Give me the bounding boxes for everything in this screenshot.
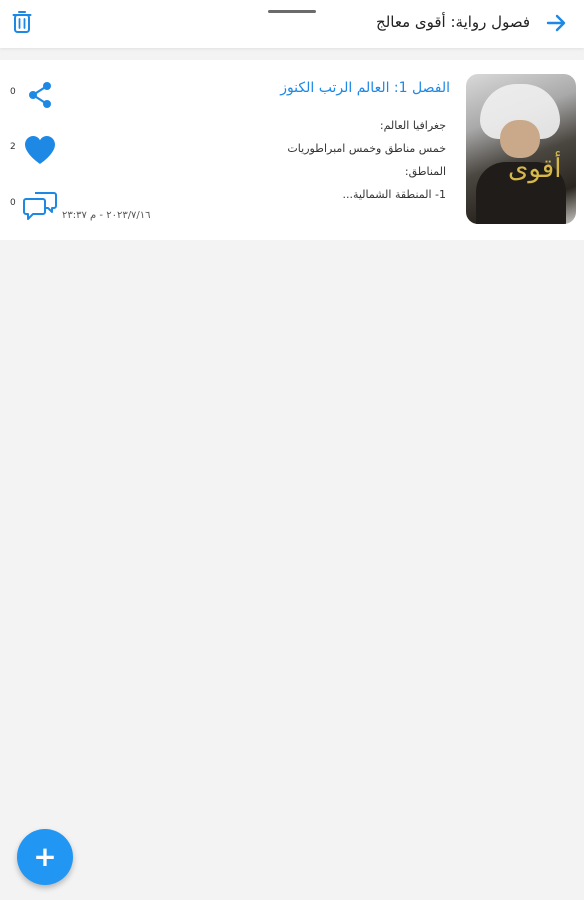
arrow-right-icon [544,11,568,39]
excerpt-line: المناطق: [404,165,446,178]
like-count: 2 [10,142,16,152]
add-chapter-button[interactable]: + [17,829,73,885]
excerpt-line: خمس مناطق وخمس امبراطوريات [287,142,446,155]
trash-icon [12,10,32,38]
chapter-date: ٢٠٢٣/٧/١٦ - م ٢٣:٣٧ [62,210,151,221]
plus-icon: + [33,840,57,873]
drag-handle[interactable] [268,10,316,13]
comments-icon[interactable] [22,188,58,224]
comment-count: 0 [10,198,16,208]
heart-icon[interactable] [22,132,58,168]
share-count: 0 [10,87,16,97]
back-button[interactable] [542,11,570,39]
share-stat: 0 [0,77,70,113]
like-stat: 2 [0,132,70,168]
page-title: فصول رواية: أقوى معالج [376,13,530,31]
share-icon[interactable] [22,77,58,113]
chapter-card[interactable]: أقوى الفصل 1: العالم الرتب الكنوز جغرافي… [0,60,584,240]
delete-button[interactable] [10,11,34,37]
chapter-title[interactable]: الفصل 1: العالم الرتب الكنوز [280,80,450,96]
chapter-excerpt: جغرافيا العالم: خمس مناطق وخمس امبراطوري… [146,114,446,206]
cover-title-text: أقوى [508,154,562,184]
top-app-bar: فصول رواية: أقوى معالج [0,0,584,48]
comment-stat: 0 [0,188,70,224]
excerpt-line: جغرافيا العالم: [379,119,446,132]
chapter-cover-image[interactable]: أقوى [466,74,576,224]
excerpt-line: 1- المنطقة الشمالية... [342,188,446,201]
